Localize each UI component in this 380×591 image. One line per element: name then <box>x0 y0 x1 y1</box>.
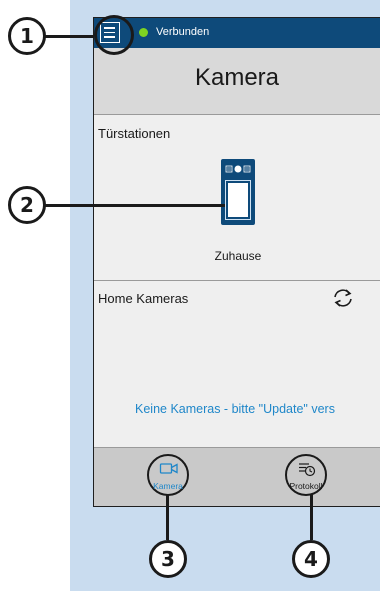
callout-leader-line <box>44 204 225 207</box>
tab-protokoll[interactable]: Protokoll <box>285 454 327 496</box>
doorstation-label: Zuhause <box>214 249 262 263</box>
tab-kamera[interactable]: Kamera <box>147 454 189 496</box>
connection-status-dot <box>139 28 148 37</box>
callout-4: 4 <box>292 540 330 578</box>
video-camera-icon <box>159 463 178 474</box>
callout-3: 3 <box>149 540 187 578</box>
log-clock-icon <box>299 463 316 477</box>
callout-leader-line <box>166 494 169 540</box>
page-title: Kamera <box>194 64 280 91</box>
tab-bar: Kamera Protokoll <box>94 447 380 506</box>
tab-protokoll-label: Protokoll <box>289 481 323 491</box>
doorstations-section-label: Türstationen <box>98 126 171 141</box>
callout-1: 1 <box>8 17 46 55</box>
camera-lens-icon <box>225 165 251 173</box>
connection-status-text: Verbunden <box>156 26 210 38</box>
callout-highlight-ring <box>94 15 134 55</box>
divider <box>94 114 380 115</box>
app-screen: Verbunden Kamera Türstationen Zuhause Ho… <box>93 17 380 507</box>
top-bar: Verbunden <box>94 18 380 48</box>
tab-kamera-label: Kamera <box>153 481 183 491</box>
home-cameras-section-label: Home Kameras <box>98 291 189 306</box>
callout-leader-line <box>310 494 313 540</box>
doorstation-screen <box>225 180 251 220</box>
doorstation-tile-zuhause[interactable] <box>221 159 255 225</box>
empty-cameras-message: Keine Kameras - bitte "Update" vers <box>135 402 335 416</box>
refresh-icon[interactable] <box>331 286 355 310</box>
callout-2: 2 <box>8 186 46 224</box>
divider <box>94 280 380 281</box>
callout-leader-line <box>44 35 94 38</box>
